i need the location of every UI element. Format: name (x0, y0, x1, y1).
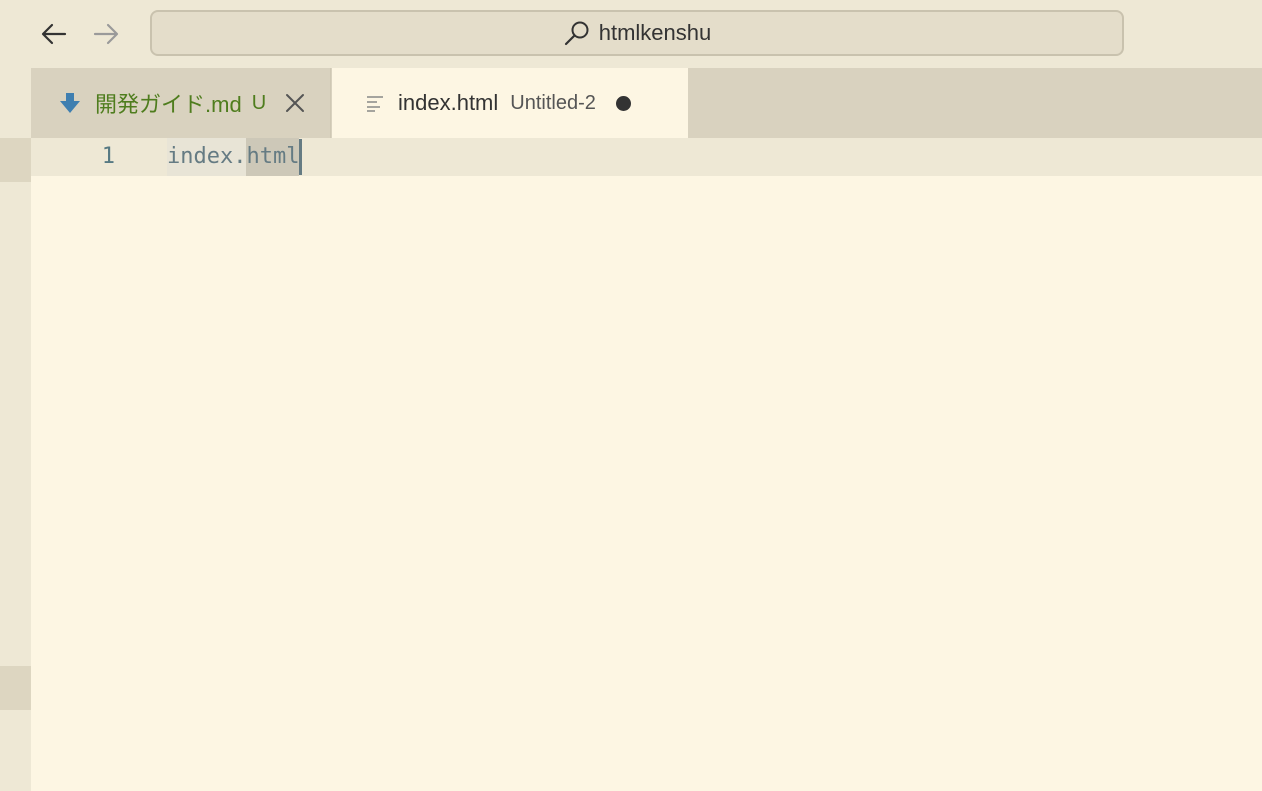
code-text: index. (167, 138, 247, 176)
lines-icon (366, 94, 384, 112)
arrow-right-icon (93, 23, 119, 45)
command-center-search[interactable]: htmlkenshu (150, 10, 1124, 56)
activity-highlight-bottom (0, 666, 31, 710)
selected-text: html (246, 138, 300, 176)
tab-index-html[interactable]: index.html Untitled-2 (332, 68, 688, 138)
text-cursor (299, 139, 303, 175)
activity-highlight-top (0, 138, 31, 182)
back-button[interactable] (34, 14, 74, 54)
line-number: 1 (101, 144, 115, 169)
tab-label: index.html (398, 90, 499, 115)
search-icon (563, 19, 591, 47)
activity-bar (0, 68, 31, 791)
tab-dev-guide-md[interactable]: 開発ガイド.md U (31, 68, 331, 138)
markdown-download-icon (59, 91, 81, 115)
forward-button[interactable] (86, 14, 126, 54)
editor-area[interactable]: 1 index. html (31, 138, 1262, 791)
unsaved-dot-icon[interactable] (615, 95, 631, 111)
editor-tab-bar: 開発ガイド.md U index.html Untitled-2 (31, 68, 1262, 138)
code-line[interactable]: index. html (167, 138, 303, 176)
git-status-badge: U (251, 91, 267, 114)
tab-label: 開発ガイド.md (95, 92, 242, 117)
search-text: htmlkenshu (598, 20, 712, 45)
title-bar: htmlkenshu (0, 0, 1262, 68)
close-icon[interactable] (284, 92, 306, 114)
arrow-left-icon (41, 23, 67, 45)
tab-description: Untitled-2 (510, 91, 596, 114)
